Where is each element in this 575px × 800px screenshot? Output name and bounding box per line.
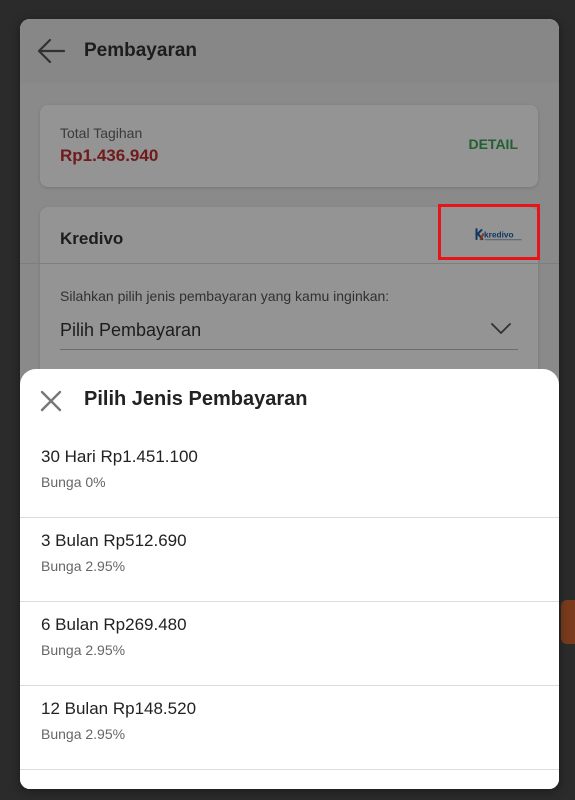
option-interest: Bunga 2.95% [41, 642, 126, 658]
sheet-title: Pilih Jenis Pembayaran [84, 388, 308, 410]
payment-option-12-bulan[interactable]: 12 Bulan Rp148.520 Bunga 2.95% [20, 685, 559, 770]
option-interest: Bunga 0% [41, 474, 106, 490]
close-icon[interactable] [40, 390, 62, 412]
kredivo-logo-highlight [438, 204, 540, 260]
option-title: 12 Bulan Rp148.520 [41, 699, 197, 718]
payment-type-sheet: Pilih Jenis Pembayaran 30 Hari Rp1.451.1… [20, 369, 559, 789]
option-interest: Bunga 2.95% [41, 726, 126, 742]
background-button-fragment [561, 600, 575, 644]
payment-option-3-bulan[interactable]: 3 Bulan Rp512.690 Bunga 2.95% [20, 517, 559, 602]
payment-option-30-hari[interactable]: 30 Hari Rp1.451.100 Bunga 0% [20, 433, 559, 518]
option-title: 30 Hari Rp1.451.100 [41, 447, 198, 466]
payment-option-6-bulan[interactable]: 6 Bulan Rp269.480 Bunga 2.95% [20, 601, 559, 686]
option-title: 6 Bulan Rp269.480 [41, 615, 187, 634]
option-title: 3 Bulan Rp512.690 [41, 531, 187, 550]
option-interest: Bunga 2.95% [41, 558, 126, 574]
